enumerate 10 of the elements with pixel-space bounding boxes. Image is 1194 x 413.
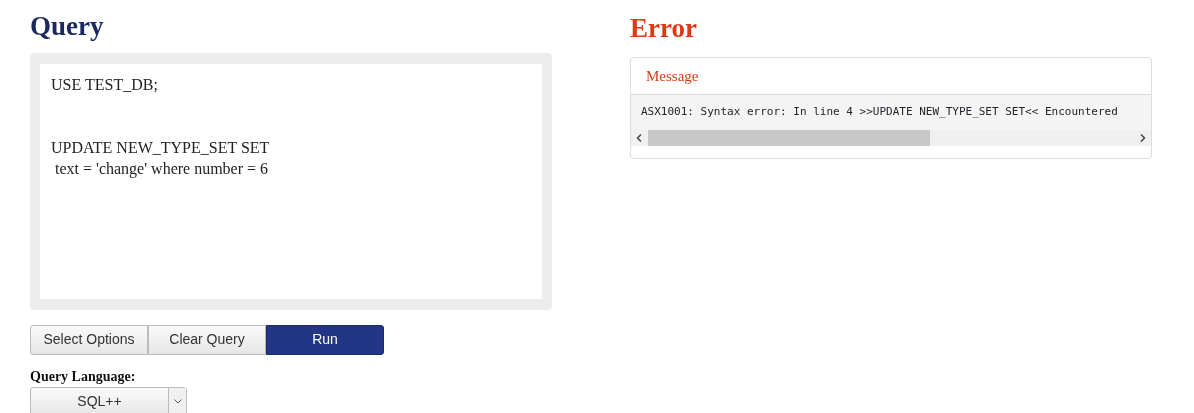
query-editor[interactable]: USE TEST_DB; UPDATE NEW_TYPE_SET SET text = 'change' where number = 6 bbox=[40, 63, 542, 299]
query-language-select[interactable]: SQL++ bbox=[30, 386, 187, 413]
caret-icon bbox=[173, 399, 182, 404]
toolbar-button[interactable]: Clear Query bbox=[148, 324, 266, 355]
query-heading: Query bbox=[30, 10, 105, 43]
run-button[interactable]: Run bbox=[266, 324, 384, 355]
query-language-label: Query Language: bbox=[30, 367, 137, 386]
error-message: ASX1001: Syntax error: In line 4 >>UPDATE NEW_TYPE_SET SET<< Encountered bbox=[631, 95, 1151, 130]
toolbar-button[interactable]: Select Options bbox=[30, 324, 148, 355]
error-heading: Error bbox=[630, 12, 698, 45]
